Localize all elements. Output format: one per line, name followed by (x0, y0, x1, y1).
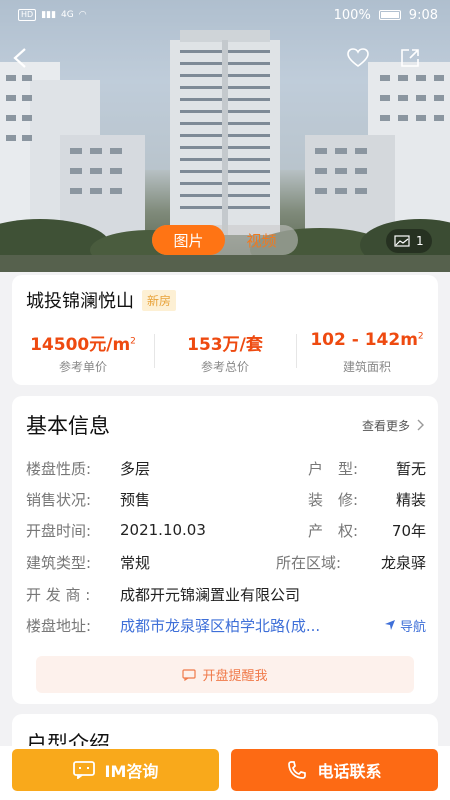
heart-icon (347, 48, 369, 67)
view-more-link[interactable]: 查看更多 (362, 417, 424, 434)
tab-photos[interactable]: 图片 (152, 225, 225, 255)
info-row: 楼盘性质: 多层 户 型: 暂无 (26, 457, 426, 479)
info-value: 2021.10.03 (120, 521, 206, 539)
building-area: 102 - 142m (310, 330, 418, 350)
info-label: 楼盘性质: (26, 459, 92, 478)
info-row: 开盘时间: 2021.10.03 产 权: 70年 (26, 519, 426, 541)
new-house-badge: 新房 (142, 289, 177, 311)
unit-price-sup: 2 (130, 336, 136, 347)
share-icon (401, 49, 419, 67)
hd-badge: HD (18, 9, 37, 21)
info-value: 常规 (120, 553, 151, 572)
im-consult-label: IM咨询 (104, 762, 159, 781)
status-bar: HD ▮▮▮ 4G ◠ 100% 9:08 (0, 0, 450, 30)
info-value: 预售 (120, 490, 151, 509)
address-row: 楼盘地址: 成都市龙泉驿区柏学北路(成... 导航 (26, 614, 426, 636)
tab-video[interactable]: 视频 (225, 225, 298, 255)
opening-reminder-button[interactable]: 开盘提醒我 (36, 656, 414, 693)
chat-icon (72, 761, 95, 779)
info-value: 精装 (395, 490, 426, 509)
message-icon (182, 668, 197, 681)
developer-row: 开 发 商 : 成都开元锦澜置业有限公司 (26, 583, 426, 605)
favorite-button[interactable] (344, 44, 372, 72)
hero-image[interactable]: HD ▮▮▮ 4G ◠ 100% 9:08 图片 视频 1 (0, 0, 450, 272)
project-summary-card: 城投锦澜悦山 新房 14500元/m2 参考单价 153万/套 参考总价 102… (12, 275, 438, 385)
address-label: 楼盘地址: (26, 616, 92, 635)
info-label: 建筑类型: (26, 553, 92, 572)
project-name: 城投锦澜悦山 (26, 291, 134, 312)
total-price-block: 153万/套 参考总价 (154, 330, 296, 375)
navigate-button[interactable]: 导航 (384, 616, 426, 635)
back-button[interactable] (6, 44, 34, 72)
basic-info-title: 基本信息 (26, 414, 110, 438)
total-price-label: 参考总价 (200, 360, 249, 374)
developer-label: 开 发 商 : (26, 585, 91, 604)
bottom-action-bar: IM咨询 电话联系 (0, 746, 450, 800)
info-value: 70年 (391, 521, 426, 540)
info-label: 所在区域: (276, 553, 342, 572)
info-row: 建筑类型: 常规 所在区域: 龙泉驿 (26, 551, 426, 573)
developer-name: 成都开元锦澜置业有限公司 (120, 585, 301, 604)
im-consult-button[interactable]: IM咨询 (12, 749, 219, 791)
info-label: 开盘时间: (26, 521, 92, 540)
info-value: 多层 (120, 459, 151, 478)
opening-reminder-label: 开盘提醒我 (202, 669, 268, 684)
info-label: 装 修: (308, 490, 359, 509)
unit-price: 14500元/m (30, 335, 131, 355)
info-label: 户 型: (308, 459, 359, 478)
navigate-label: 导航 (399, 619, 426, 635)
image-icon (394, 235, 410, 247)
photo-count-badge[interactable]: 1 (386, 229, 432, 253)
info-value: 暂无 (395, 459, 426, 478)
media-toggle: 图片 视频 (152, 225, 298, 255)
clock: 9:08 (408, 7, 438, 23)
chevron-right-icon (417, 419, 424, 431)
basic-info-card: 基本信息 查看更多 楼盘性质: 多层 户 型: 暂无 销售状况: 预售 装 修:… (12, 396, 438, 704)
network-indicators: HD ▮▮▮ 4G ◠ (18, 9, 87, 21)
unit-price-label: 参考单价 (58, 360, 107, 374)
signal-icon: ▮▮▮ (41, 10, 57, 20)
unit-price-block: 14500元/m2 参考单价 (12, 330, 154, 375)
network-type: 4G (61, 10, 74, 20)
area-label: 建筑面积 (342, 360, 391, 374)
phone-contact-button[interactable]: 电话联系 (231, 749, 438, 791)
phone-contact-label: 电话联系 (317, 762, 382, 781)
photo-count: 1 (416, 234, 424, 248)
navigation-arrow-icon (384, 620, 395, 630)
address-link[interactable]: 成都市龙泉驿区柏学北路(成... (120, 615, 370, 636)
info-label: 销售状况: (26, 490, 92, 509)
phone-icon (288, 761, 307, 779)
wifi-icon: ◠ (78, 10, 87, 20)
info-row: 销售状况: 预售 装 修: 精装 (26, 488, 426, 510)
battery-icon (378, 10, 401, 20)
chevron-left-icon (13, 48, 26, 68)
area-sup: 2 (417, 331, 424, 342)
view-more-label: 查看更多 (361, 418, 410, 433)
info-label: 产 权: (308, 521, 359, 540)
share-button[interactable] (396, 44, 424, 72)
area-block: 102 - 142m2 建筑面积 (296, 330, 438, 375)
battery-percent: 100% (333, 7, 371, 23)
info-value: 龙泉驿 (380, 553, 426, 572)
total-price: 153万/套 (187, 335, 263, 355)
